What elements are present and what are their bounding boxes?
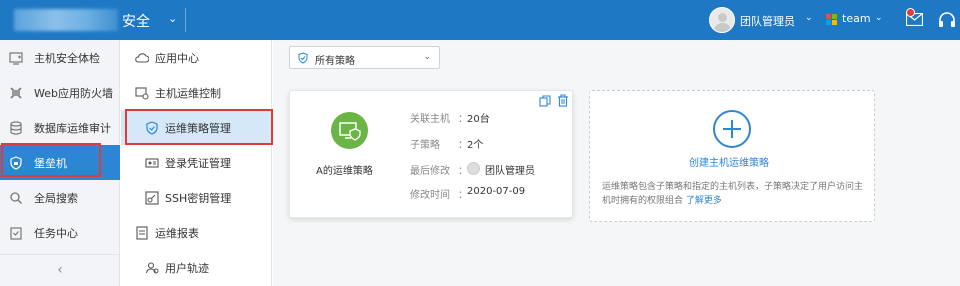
sub-policy-value: 2个 bbox=[467, 140, 484, 151]
sidebar-item-label: 任务中心 bbox=[34, 226, 78, 240]
learn-more-link[interactable]: 了解更多 bbox=[686, 196, 722, 206]
subnav-item-label: 登录凭证管理 bbox=[165, 156, 231, 170]
avatar bbox=[467, 162, 480, 175]
linked-hosts-value: 20台 bbox=[467, 114, 490, 125]
notification-badge bbox=[906, 8, 915, 17]
sidebar-item-waf[interactable]: Web应用防火墙 bbox=[0, 75, 120, 110]
divider bbox=[185, 8, 186, 32]
policy-icon bbox=[331, 112, 368, 149]
brand-logo bbox=[14, 9, 118, 31]
modified-time-value: 2020-07-09 bbox=[467, 186, 526, 197]
filter-selected-value: 所有策略 bbox=[315, 56, 355, 67]
highlight-box bbox=[1, 143, 101, 177]
subnav-item-label: 主机运维控制 bbox=[155, 86, 221, 100]
chevron-down-icon[interactable]: ⌄ bbox=[875, 13, 883, 23]
field-label: 关联主机 bbox=[410, 114, 450, 125]
host-ops-icon bbox=[135, 86, 149, 99]
description-text: 运维策略包含子策略和指定的主机列表，子策略决定了用户访问主机时拥有的权限组合 bbox=[602, 182, 864, 206]
chevron-down-icon: ⌄ bbox=[423, 52, 431, 62]
waf-icon bbox=[10, 86, 22, 99]
sidebar-item-label: 全局搜索 bbox=[34, 191, 78, 205]
subnav-item-label: 应用中心 bbox=[155, 51, 199, 65]
subnav-item-label: 运维报表 bbox=[155, 226, 199, 240]
subnav-item-label: 用户轨迹 bbox=[165, 261, 209, 275]
team-name[interactable]: team bbox=[842, 12, 871, 25]
policy-filter-select[interactable]: 所有策略 ⌄ bbox=[289, 46, 440, 69]
create-policy-link[interactable]: 创建主机运维策略 bbox=[689, 154, 769, 169]
highlight-box bbox=[125, 109, 273, 145]
sidebar-item-database[interactable]: 数据库运维审计 bbox=[0, 110, 120, 145]
key-icon bbox=[145, 190, 159, 205]
policy-name: A的运维策略 bbox=[316, 166, 373, 177]
subnav-item-reports[interactable]: 运维报表 bbox=[121, 215, 272, 250]
headset-icon[interactable] bbox=[938, 12, 956, 28]
last-modified-by-value: 团队管理员 bbox=[485, 166, 535, 177]
report-icon bbox=[136, 225, 148, 240]
credential-icon bbox=[145, 157, 159, 168]
plus-icon[interactable] bbox=[713, 110, 751, 148]
sub-nav: 应用中心 主机运维控制 运维策略管理 登录凭证管理 SSH密钥管理 运维报表 用… bbox=[121, 40, 272, 286]
collapse-sidebar-button[interactable]: ‹ bbox=[0, 254, 120, 286]
subnav-item-credentials[interactable]: 登录凭证管理 bbox=[121, 145, 272, 180]
avatar[interactable] bbox=[709, 7, 735, 33]
user-name[interactable]: 团队管理员 bbox=[740, 13, 795, 29]
sidebar-item-label: Web应用防火墙 bbox=[34, 86, 113, 100]
sidebar-item-label: 数据库运维审计 bbox=[34, 121, 111, 135]
sidebar-item-tasks[interactable]: 任务中心 bbox=[0, 215, 120, 250]
app-center-icon bbox=[135, 52, 149, 63]
database-icon bbox=[10, 120, 22, 135]
subnav-item-user-trace[interactable]: 用户轨迹 bbox=[121, 250, 272, 285]
field-label: 修改时间 bbox=[410, 190, 450, 201]
user-trace-icon bbox=[145, 261, 159, 273]
subnav-item-ssh-keys[interactable]: SSH密钥管理 bbox=[121, 180, 272, 215]
field-label: 最后修改 bbox=[410, 166, 450, 177]
sidebar-item-host-check[interactable]: 主机安全体检 bbox=[0, 40, 120, 75]
subnav-item-label: SSH密钥管理 bbox=[165, 191, 232, 205]
search-icon bbox=[10, 191, 22, 204]
task-icon bbox=[10, 226, 22, 240]
sidebar-item-label: 主机安全体检 bbox=[34, 51, 100, 65]
field-label: 子策略 bbox=[410, 140, 440, 151]
shield-icon bbox=[298, 52, 308, 64]
copy-icon[interactable] bbox=[539, 95, 551, 107]
brand-name[interactable]: 安全 bbox=[122, 11, 150, 31]
create-policy-description: 运维策略包含子策略和指定的主机列表，子策略决定了用户访问主机时拥有的权限组合 了… bbox=[602, 180, 866, 208]
chevron-down-icon[interactable]: ⌄ bbox=[805, 13, 813, 23]
subnav-item-host-ops[interactable]: 主机运维控制 bbox=[121, 75, 272, 110]
team-icon[interactable] bbox=[826, 14, 837, 25]
subnav-item-app-center[interactable]: 应用中心 bbox=[121, 40, 272, 75]
host-check-icon bbox=[9, 51, 23, 65]
sidebar-item-search[interactable]: 全局搜索 bbox=[0, 180, 120, 215]
chevron-down-icon[interactable]: ⌄ bbox=[168, 12, 177, 25]
trash-icon[interactable] bbox=[557, 94, 569, 107]
top-bar: 安全 ⌄ 团队管理员 ⌄ team ⌄ bbox=[0, 0, 960, 40]
